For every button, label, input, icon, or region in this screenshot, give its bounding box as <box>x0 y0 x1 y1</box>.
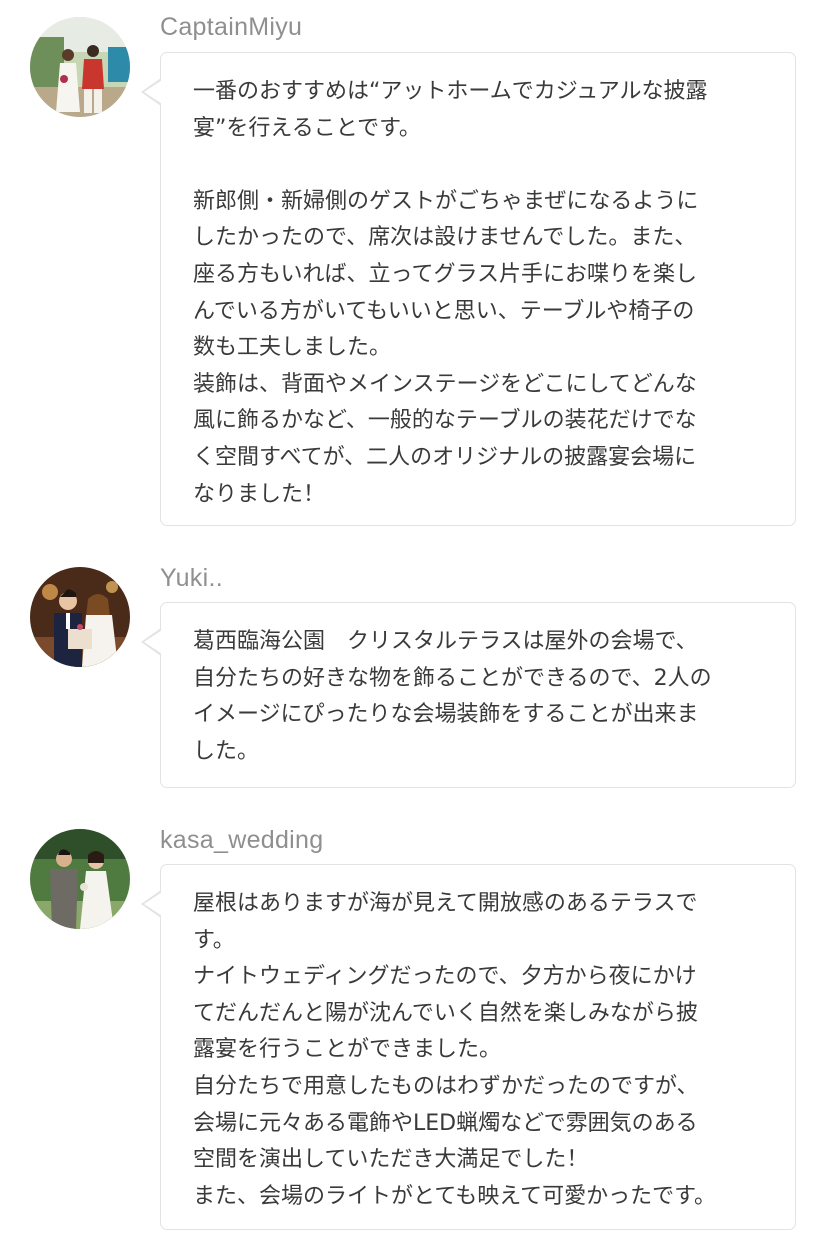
user-avatar[interactable] <box>30 829 130 929</box>
review-list-page: { "reviews": [ { "username": "CaptainMiy… <box>0 0 825 1245</box>
avatar-photo <box>30 829 130 929</box>
avatar-photo <box>30 17 130 117</box>
comment-bubble: 葛西臨海公園 クリスタルテラスは屋外の会場で、 自分たちの好きな物を飾ることがで… <box>141 602 796 788</box>
username[interactable]: kasa_wedding <box>160 825 323 855</box>
comment-text: 屋根はありますが海が見えて開放感のあるテラスで す。 ナイトウェディングだったの… <box>193 891 716 1209</box>
username[interactable]: CaptainMiyu <box>160 12 302 42</box>
comment-text: 一番のおすすめは“アットホームでカジュアルな披露 宴”を行えることです。 新郎側… <box>193 79 708 507</box>
comment-bubble: 一番のおすすめは“アットホームでカジュアルな披露 宴”を行えることです。 新郎側… <box>141 52 796 526</box>
avatar-photo <box>30 567 130 667</box>
comment-bubble: 屋根はありますが海が見えて開放感のあるテラスで す。 ナイトウェディングだったの… <box>141 864 796 1230</box>
user-avatar[interactable] <box>30 567 130 667</box>
comment-text: 葛西臨海公園 クリスタルテラスは屋外の会場で、 自分たちの好きな物を飾ることがで… <box>193 629 712 764</box>
user-avatar[interactable] <box>30 17 130 117</box>
username[interactable]: Yuki.. <box>160 563 223 593</box>
